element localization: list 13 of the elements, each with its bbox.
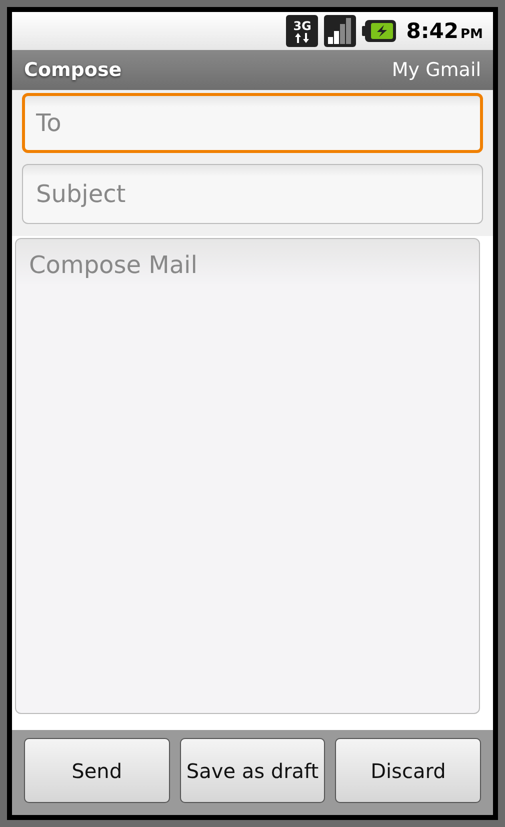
action-button[interactable]: Send xyxy=(24,738,170,803)
action-button[interactable]: Save as draft xyxy=(180,738,326,803)
to-field[interactable]: To xyxy=(22,93,483,153)
message-body-field[interactable]: Compose Mail xyxy=(15,238,480,714)
clock: 8:42 xyxy=(406,19,459,43)
signal-icon xyxy=(324,15,356,47)
screen-title: Compose xyxy=(24,59,122,81)
clock-period: PM xyxy=(460,26,483,42)
subject-field[interactable]: Subject xyxy=(22,164,483,224)
network-type-icon: 3G xyxy=(286,15,318,47)
action-button[interactable]: Discard xyxy=(335,738,482,803)
battery-charging-icon xyxy=(362,20,396,42)
account-name: My Gmail xyxy=(392,59,481,81)
